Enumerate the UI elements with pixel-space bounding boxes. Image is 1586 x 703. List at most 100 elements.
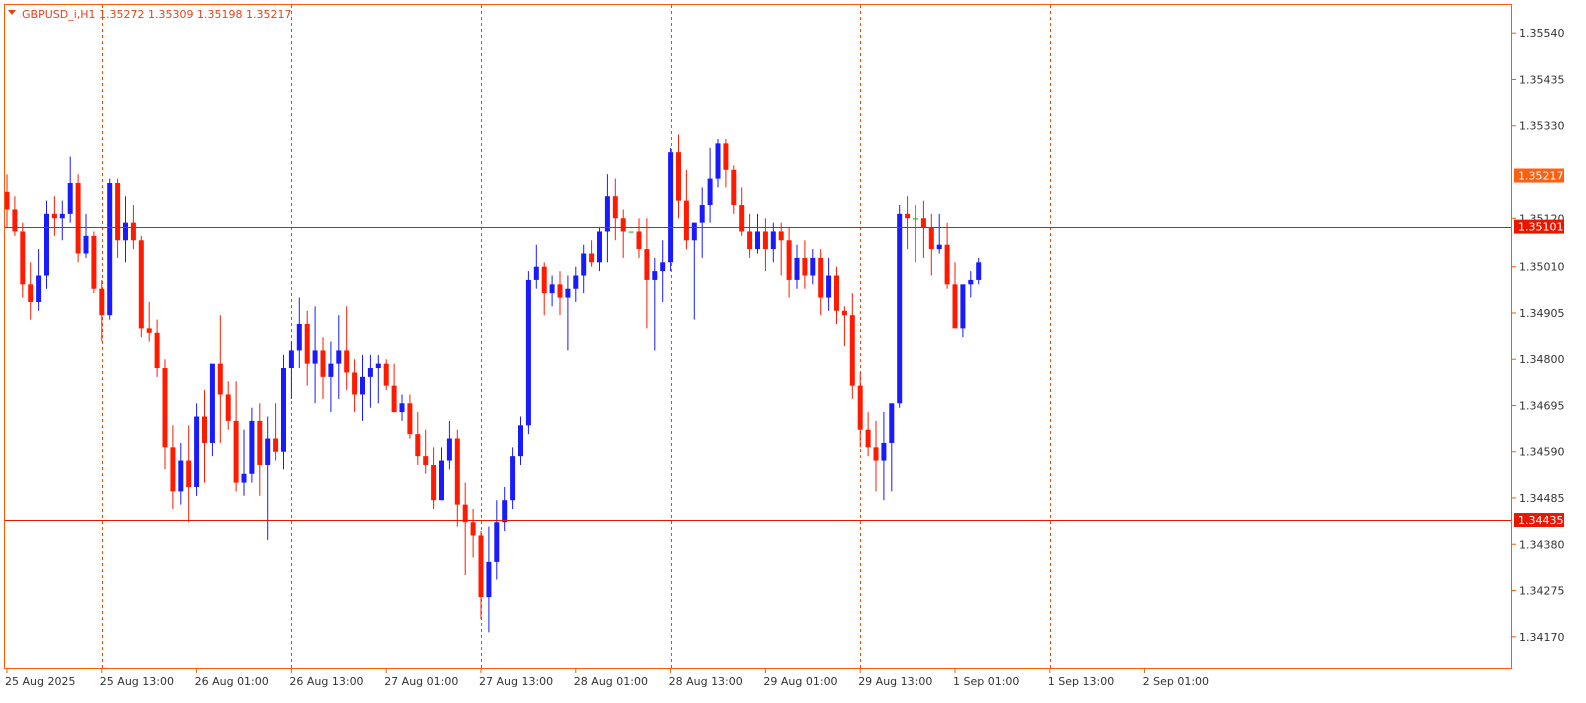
candle [391,363,397,413]
candle-body [454,438,460,505]
candle [423,429,429,474]
candle-body [589,253,595,263]
candle-body [288,350,294,369]
candle [794,244,800,289]
candle-body [581,253,587,276]
candles [4,134,982,633]
price-tick-label: 1.34905 [1519,307,1565,320]
candle [352,359,358,413]
candle [115,178,121,258]
triangle-down-icon[interactable] [8,10,16,15]
candle [604,174,610,263]
candle [802,240,808,289]
time-tick-label: 28 Aug 13:00 [669,675,743,688]
candle-body [352,372,358,395]
candle [841,306,847,347]
candle [257,403,263,496]
time-tick-label: 28 Aug 01:00 [574,675,648,688]
candle-body [762,231,768,250]
candle [549,275,555,307]
candle-body [225,394,231,421]
candle-body [423,456,429,465]
candle-body [723,143,729,170]
candle-body [936,244,942,250]
candle [826,257,832,311]
candle [186,425,192,523]
candle-body [383,363,389,386]
candle [91,231,97,294]
candle [636,218,642,258]
time-tick-label: 1 Sep 13:00 [1048,675,1114,688]
candle [755,213,760,254]
candle [20,222,26,298]
horizontal-levels [5,227,1512,521]
candle-body [391,385,397,413]
time-tick-label: 27 Aug 13:00 [479,675,553,688]
candle [194,403,200,496]
candle-body [668,152,674,263]
candle-body [834,275,839,311]
candle [209,363,215,457]
candle [44,200,49,289]
candle-body [518,425,523,457]
candle-body [115,183,121,241]
candle-body [67,183,73,214]
candle [83,213,89,258]
candle-body [265,438,271,465]
price-tick-label: 1.35435 [1519,73,1565,86]
candle-body [375,363,381,369]
candle [454,429,460,527]
candle [905,196,911,250]
day-separator-grid [102,5,1051,668]
candle-body [841,310,847,316]
candle [75,174,81,263]
candle-body [960,284,966,329]
candle-body [652,271,658,280]
candle [952,262,958,329]
candle-body [557,284,563,298]
price-tick-label: 1.34380 [1519,538,1565,551]
price-tick-label: 1.34590 [1519,446,1565,459]
candle-body [312,350,318,364]
price-tick-label: 1.34485 [1519,492,1565,505]
candle [233,381,239,492]
time-tick-label: 25 Aug 2025 [5,675,75,688]
candle [36,249,42,311]
candle-body [202,416,207,443]
time-tick-label: 26 Aug 13:00 [289,675,363,688]
candle-body [328,363,334,377]
candle [676,134,681,219]
candle [897,205,903,408]
candle [107,178,113,320]
candle-body [478,535,484,598]
candle [597,227,602,272]
candle [707,147,713,223]
candle-body [541,266,547,294]
candle [873,420,879,492]
candle-body [178,460,184,492]
candle-body [296,323,302,351]
candle-body [360,376,365,395]
price-tick-label: 1.34170 [1519,631,1565,644]
candle [296,297,302,369]
candle-body [533,266,539,280]
candle [565,275,571,351]
candle-body [233,420,239,483]
candle [557,271,563,316]
price-axis: 1.355401.354351.353301.351201.350101.349… [1512,27,1565,644]
candle [810,249,816,285]
candle [178,442,184,505]
candle [541,262,547,316]
price-tick-label: 1.34800 [1519,353,1565,366]
candle [462,482,468,576]
candle-body [446,438,452,461]
candle [668,147,674,272]
candle [486,526,492,633]
candle [415,412,421,465]
price-chart[interactable]: 1.355401.354351.353301.351201.350101.349… [0,0,1586,703]
candle [691,222,697,320]
candle-body [644,249,650,280]
candle-body [462,504,468,523]
candle [683,169,689,250]
candle [589,240,595,267]
